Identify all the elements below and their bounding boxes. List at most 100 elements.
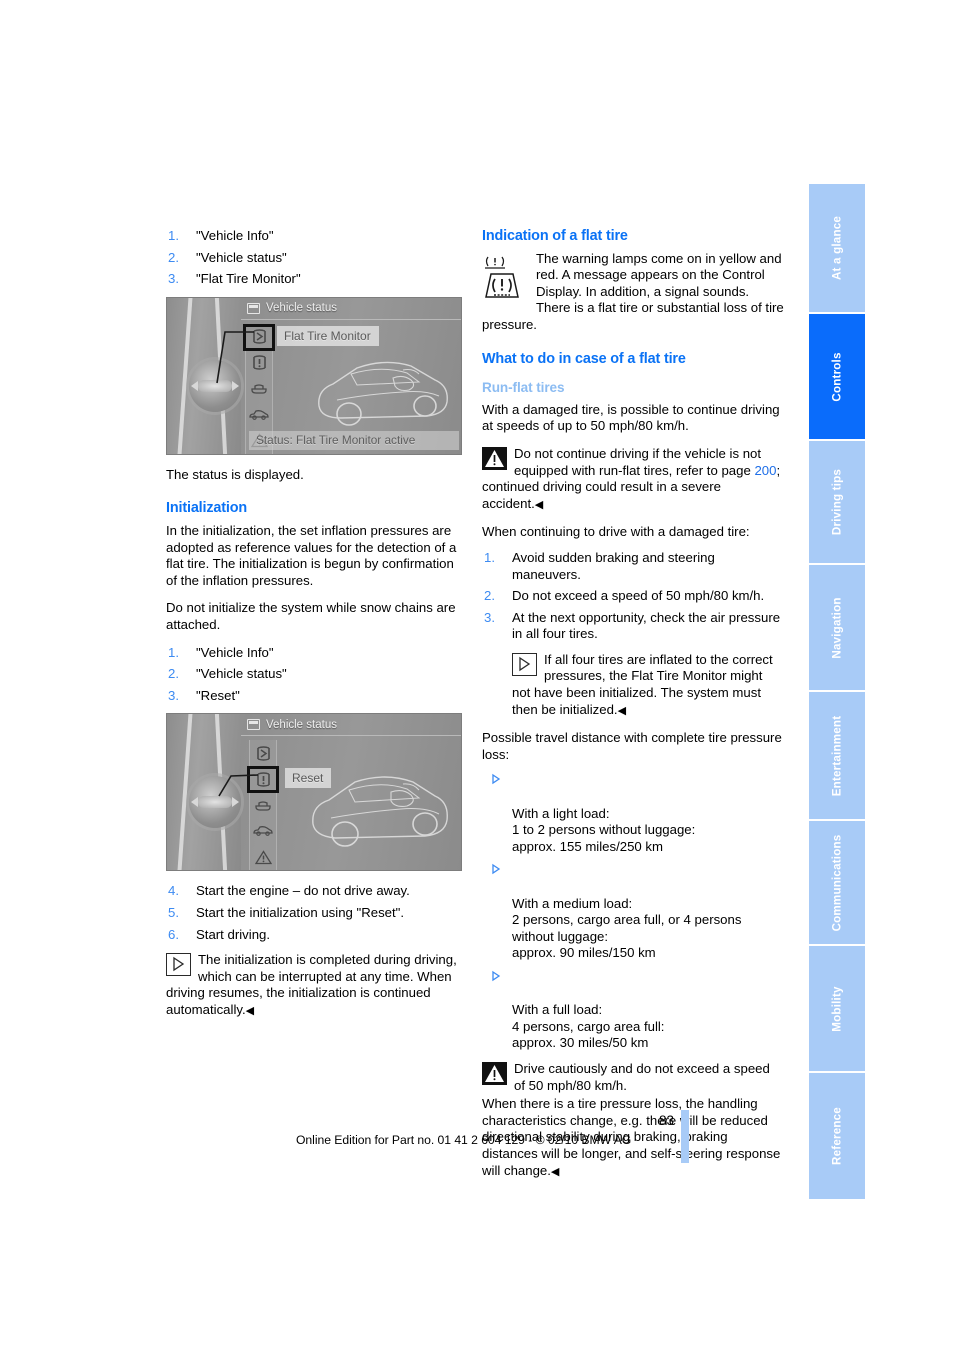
tire-monitor-icon xyxy=(256,746,270,761)
car-side-icon xyxy=(253,826,273,837)
list-text: At the next opportunity, check the air p… xyxy=(512,609,781,642)
triangle-bullet-icon xyxy=(485,864,501,875)
end-mark: ◀ xyxy=(617,704,627,717)
list-item: With a full load: 4 persons, cargo area … xyxy=(482,969,784,1052)
list-number: 1. xyxy=(168,228,179,243)
tab-communications[interactable]: Communications xyxy=(809,821,865,944)
heading-what-to-do: What to do in case of a flat tire xyxy=(482,350,686,367)
list-item: 4. Start the engine – do not drive away. xyxy=(166,883,468,900)
run-flat-paragraph: With a damaged tire, is possible to cont… xyxy=(482,401,780,434)
note-warning-lamps: The warning lamps come on in yellow and … xyxy=(482,251,784,334)
leader-line xyxy=(218,774,259,797)
tab-label: Reference xyxy=(830,1107,844,1165)
vehicle-status-icon xyxy=(247,719,260,731)
vehicle-status-icon xyxy=(247,302,260,314)
tab-mobility[interactable]: Mobility xyxy=(809,946,865,1071)
note-initialization-completed: The initialization is completed during d… xyxy=(166,952,468,1019)
list-text: Avoid sudden braking and steering maneuv… xyxy=(512,549,715,582)
list-item: 3. "Flat Tire Monitor" xyxy=(166,271,468,288)
tab-label: Navigation xyxy=(830,596,844,659)
leader-line xyxy=(216,330,254,383)
list-text: "Vehicle status" xyxy=(196,666,287,682)
list-item: 5. Start the initialization using "Reset… xyxy=(166,905,468,922)
list-item: 3. At the next opportunity, check the ai… xyxy=(482,610,784,643)
warning-text-before: Do not continue driving if the vehicle i… xyxy=(514,445,762,478)
list-item: 2. "Vehicle status" xyxy=(166,666,468,683)
vehicle-chassis-illustration xyxy=(312,776,448,848)
list-text: Start the initialization using "Reset". xyxy=(196,904,405,920)
list-text: "Reset" xyxy=(196,687,240,703)
note-triangle-icon xyxy=(166,953,191,977)
list-text: Start driving. xyxy=(196,926,271,942)
list-item: 3. "Reset" xyxy=(166,688,468,705)
list-number: 2. xyxy=(168,249,179,265)
list-text: Do not exceed a speed of 50 mph/80 km/h. xyxy=(512,588,765,604)
tab-label: Driving tips xyxy=(830,468,844,536)
list-item: 1. "Vehicle Info" xyxy=(166,228,468,245)
page-reference-link[interactable]: 200 xyxy=(754,463,776,478)
icon-row-vehicle xyxy=(250,818,276,844)
list-item: With a medium load: 2 persons, cargo are… xyxy=(482,862,784,962)
footer-text: Online Edition for Part no. 01 41 2 604 … xyxy=(296,1133,632,1147)
initialization-paragraph-1: In the initialization, the set inflation… xyxy=(166,522,457,588)
subheading-run-flat-tires: Run-flat tires xyxy=(482,380,565,396)
list-item: 1. "Vehicle Info" xyxy=(166,645,468,662)
tab-at-a-glance[interactable]: At a glance xyxy=(809,184,865,312)
initialization-paragraph-2: Do not initialize the system while snow … xyxy=(166,600,456,632)
right-column: Indication of a flat tire The warning la… xyxy=(482,228,784,1191)
list-number: 4. xyxy=(168,883,179,899)
warning-text: Drive cautiously and do not exceed a spe… xyxy=(514,1060,770,1093)
icon-row-vehicle xyxy=(246,402,272,428)
idrive-titlebar: Vehicle status xyxy=(241,298,461,320)
list-text: "Flat Tire Monitor" xyxy=(196,271,301,287)
idrive-selected-label: Flat Tire Monitor xyxy=(277,325,379,346)
footer-accent-bar xyxy=(681,1110,689,1163)
caption-status-displayed: The status is displayed. xyxy=(166,466,304,482)
list-text: With a full load: 4 persons, cargo area … xyxy=(512,1002,665,1051)
steps-continuing-to-drive: 1. Avoid sudden braking and steering man… xyxy=(482,550,784,643)
list-item: 6. Start driving. xyxy=(166,927,468,944)
note-triangle-icon xyxy=(512,652,537,676)
tab-label: Communications xyxy=(830,834,844,931)
manual-page: 1. "Vehicle Info" 2. "Vehicle status" 3.… xyxy=(0,0,954,1350)
heading-initialization: Initialization xyxy=(166,500,248,517)
tab-controls[interactable]: Controls xyxy=(809,314,865,439)
idrive-screenshot-flat-tire-monitor: Vehicle status Flat Tire Monitor Status:… xyxy=(166,296,462,455)
icon-row-warning xyxy=(250,844,276,870)
list-number: 2. xyxy=(484,588,495,604)
tab-label: At a glance xyxy=(830,215,844,281)
note-text: If all four tires are inflated to the co… xyxy=(512,651,773,717)
warning-triangle-icon xyxy=(482,1061,507,1085)
list-text: "Vehicle Info" xyxy=(196,644,274,660)
tab-navigation[interactable]: Navigation xyxy=(809,565,865,690)
list-text: "Vehicle status" xyxy=(196,249,287,265)
end-mark: ◀ xyxy=(534,498,544,511)
warning-triangle-icon xyxy=(254,850,272,864)
note-four-tires-inflated: If all four tires are inflated to the co… xyxy=(482,652,784,719)
idrive-title: Vehicle status xyxy=(266,301,337,314)
icon-row-flat-tire-monitor xyxy=(250,740,276,766)
vehicle-chassis-illustration xyxy=(318,361,448,426)
warning-drive-cautiously: Drive cautiously and do not exceed a spe… xyxy=(482,1061,784,1094)
section-tab-strip: At a glance Controls Driving tips Naviga… xyxy=(809,184,865,1201)
tire-pressure-lamp-icons xyxy=(482,253,528,301)
warning-triangle-icon xyxy=(482,446,507,470)
tab-driving-tips[interactable]: Driving tips xyxy=(809,441,865,563)
list-number: 6. xyxy=(168,926,179,942)
list-number: 3. xyxy=(168,687,179,703)
tire-pressure-lamp-small-icon xyxy=(485,256,519,298)
list-number: 3. xyxy=(168,271,179,287)
list-number: 1. xyxy=(484,549,495,565)
list-text: With a light load: 1 to 2 persons withou… xyxy=(512,805,696,854)
tab-reference[interactable]: Reference xyxy=(809,1073,865,1199)
tire-pressure-lamp-large-icon xyxy=(485,272,519,298)
idrive-titlebar: Vehicle status xyxy=(241,714,461,737)
list-travel-distances: With a light load: 1 to 2 persons withou… xyxy=(482,772,784,1052)
list-item: 2. "Vehicle status" xyxy=(166,250,468,267)
idrive-screenshot-reset: Vehicle status Reset xyxy=(166,713,462,872)
list-number: 2. xyxy=(168,666,179,682)
note-text: The initialization is completed during d… xyxy=(166,952,457,1017)
arrow-left-icon xyxy=(191,380,198,391)
tab-entertainment[interactable]: Entertainment xyxy=(809,692,865,819)
car-side-icon xyxy=(249,409,269,420)
